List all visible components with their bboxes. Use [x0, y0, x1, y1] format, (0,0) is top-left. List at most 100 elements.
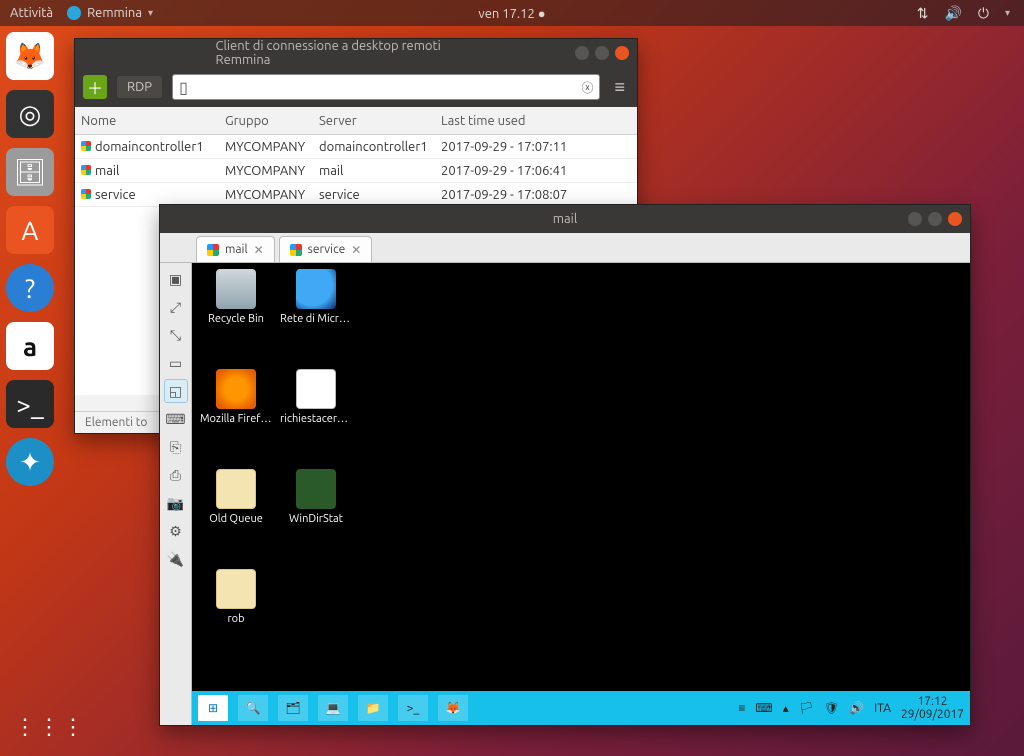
file-icon	[296, 269, 336, 309]
hamburger-menu-icon[interactable]: ≡	[610, 77, 629, 98]
taskbar-item[interactable]: 🔍	[238, 695, 268, 721]
protocol-icon	[81, 141, 91, 151]
table-row[interactable]: mail MYCOMPANY mail 2017-09-29 - 17:06:4…	[75, 159, 637, 183]
protocol-icon	[81, 165, 91, 175]
maximize-button[interactable]	[928, 212, 942, 226]
titlebar[interactable]: mail	[160, 205, 970, 233]
tool-button[interactable]: ◱	[164, 379, 188, 403]
tray-icon[interactable]: ≡	[738, 701, 745, 715]
col-last[interactable]: Last time used	[435, 114, 637, 128]
launcher-files[interactable]: 🗄	[6, 148, 54, 196]
system-tray[interactable]: ≡ ⌨ ▴ 🏳 🛡 🔊 ITA 17:12 29/09/2017	[738, 695, 964, 721]
app-menu[interactable]: Remmina ▾	[67, 6, 153, 20]
chevron-down-icon[interactable]: ▾	[1005, 7, 1010, 19]
desktop-icon[interactable]: Mozilla Firefox	[200, 369, 272, 425]
toolbar: ＋ RDP ▯ ⓧ ≡	[75, 67, 637, 107]
col-server[interactable]: Server	[313, 114, 435, 128]
launcher-terminal[interactable]: >_	[6, 380, 54, 428]
launcher-amazon[interactable]: a	[6, 322, 54, 370]
remote-desktop-area[interactable]: ⊞ 🔍 🗂 💻 📁 >_ 🦊 ≡ ⌨ ▴ 🏳 🛡 🔊 ITA 17:12	[192, 263, 970, 725]
desktop-icon[interactable]: Old Queue	[200, 469, 272, 525]
launcher-remmina[interactable]: ✦	[6, 438, 54, 486]
table-header[interactable]: Nome Gruppo Server Last time used	[75, 107, 637, 135]
file-icon	[296, 469, 336, 509]
tool-button[interactable]: ⌨	[164, 407, 188, 431]
protocol-selector[interactable]: RDP	[117, 76, 162, 98]
keyboard-icon[interactable]: ⌨	[755, 701, 772, 715]
launcher-firefox[interactable]: 🦊	[6, 32, 54, 80]
col-gruppo[interactable]: Gruppo	[219, 114, 313, 128]
col-nome[interactable]: Nome	[75, 114, 219, 128]
window-title: Client di connessione a desktop remoti R…	[216, 39, 497, 67]
search-input[interactable]: ▯ ⓧ	[172, 74, 600, 100]
launcher-help[interactable]: ?	[6, 264, 54, 312]
taskbar-item[interactable]: 🦊	[438, 695, 468, 721]
close-tab-icon[interactable]: ✕	[254, 243, 264, 257]
file-icon	[216, 569, 256, 609]
desktop-icon[interactable]: Rete di Micros...	[280, 269, 352, 325]
activities-button[interactable]: Attività	[10, 6, 53, 20]
desktop-icon[interactable]: WinDirStat	[280, 469, 352, 525]
taskbar-clock[interactable]: 17:12 29/09/2017	[901, 695, 964, 721]
icon-label: rob	[200, 613, 272, 625]
launcher-dock: 🦊 ◎ 🗄 A ? a >_ ✦	[6, 32, 60, 486]
tool-button[interactable]: ⤢	[164, 295, 188, 319]
tab-mail[interactable]: mail ✕	[196, 236, 275, 262]
tool-button[interactable]: ⚙	[164, 519, 188, 543]
session-tabbar: mail ✕ service ✕	[160, 233, 970, 263]
lang-indicator[interactable]: ITA	[874, 702, 891, 715]
taskbar-item[interactable]: 📁	[358, 695, 388, 721]
window-title: mail	[553, 212, 577, 226]
protocol-icon	[81, 189, 91, 199]
tab-service[interactable]: service ✕	[279, 236, 373, 262]
close-button[interactable]	[615, 46, 629, 60]
clear-search-icon[interactable]: ⓧ	[581, 79, 593, 96]
remmina-icon	[67, 6, 81, 20]
taskbar-item[interactable]: >_	[398, 695, 428, 721]
minimize-button[interactable]	[908, 212, 922, 226]
clock[interactable]: ven 17.12 ●	[478, 6, 545, 21]
tray-icon[interactable]: 🏳	[799, 701, 814, 715]
protocol-icon	[290, 244, 302, 256]
power-icon[interactable]: ⏻	[978, 5, 989, 22]
tool-button[interactable]: ▣	[164, 267, 188, 291]
tool-button[interactable]: ⎙	[164, 463, 188, 487]
session-side-toolbar: ▣ ⤢ ⤡ ▭ ◱ ⌨ ⎘ ⎙ 📷 ⚙ 🔌	[160, 263, 192, 725]
windows-taskbar[interactable]: ⊞ 🔍 🗂 💻 📁 >_ 🦊 ≡ ⌨ ▴ 🏳 🛡 🔊 ITA 17:12	[192, 691, 970, 725]
icon-label: Rete di Micros...	[280, 313, 352, 325]
launcher-software[interactable]: A	[6, 206, 54, 254]
protocol-icon	[207, 244, 219, 256]
maximize-button[interactable]	[595, 46, 609, 60]
tool-button[interactable]: 📷	[164, 491, 188, 515]
icon-label: richiestacert....	[280, 413, 352, 425]
search-icon: ▯	[179, 78, 188, 97]
desktop-icon[interactable]: richiestacert....	[280, 369, 352, 425]
tool-button[interactable]: ⤡	[164, 323, 188, 347]
file-icon	[216, 369, 256, 409]
desktop-icon[interactable]: rob	[200, 569, 272, 625]
show-apps-button[interactable]: ⋮⋮⋮	[14, 714, 86, 740]
launcher-app[interactable]: ◎	[6, 90, 54, 138]
taskbar-item[interactable]: 💻	[318, 695, 348, 721]
close-button[interactable]	[948, 212, 962, 226]
tray-icon[interactable]: ▴	[783, 701, 789, 715]
icon-label: WinDirStat	[280, 513, 352, 525]
table-row[interactable]: domaincontroller1 MYCOMPANY domaincontro…	[75, 135, 637, 159]
tool-button[interactable]: 🔌	[164, 547, 188, 571]
titlebar[interactable]: Client di connessione a desktop remoti R…	[75, 39, 637, 67]
tray-icon[interactable]: 🛡	[824, 701, 839, 715]
tray-icon[interactable]: 🔊	[849, 701, 864, 715]
add-connection-button[interactable]: ＋	[83, 75, 107, 99]
start-button[interactable]: ⊞	[198, 695, 228, 721]
minimize-button[interactable]	[575, 46, 589, 60]
close-tab-icon[interactable]: ✕	[351, 243, 361, 257]
remmina-session-window: mail mail ✕ service ✕ ▣ ⤢ ⤡ ▭ ◱ ⌨ ⎘ ⎙ 📷	[159, 204, 971, 726]
volume-icon[interactable]: 🔊	[944, 5, 961, 22]
taskbar-item[interactable]: 🗂	[278, 695, 308, 721]
network-icon[interactable]: ⇅	[917, 5, 929, 22]
tool-button[interactable]: ⎘	[164, 435, 188, 459]
file-icon	[216, 269, 256, 309]
desktop-icon[interactable]: Recycle Bin	[200, 269, 272, 325]
icon-label: Mozilla Firefox	[200, 413, 272, 425]
tool-button[interactable]: ▭	[164, 351, 188, 375]
